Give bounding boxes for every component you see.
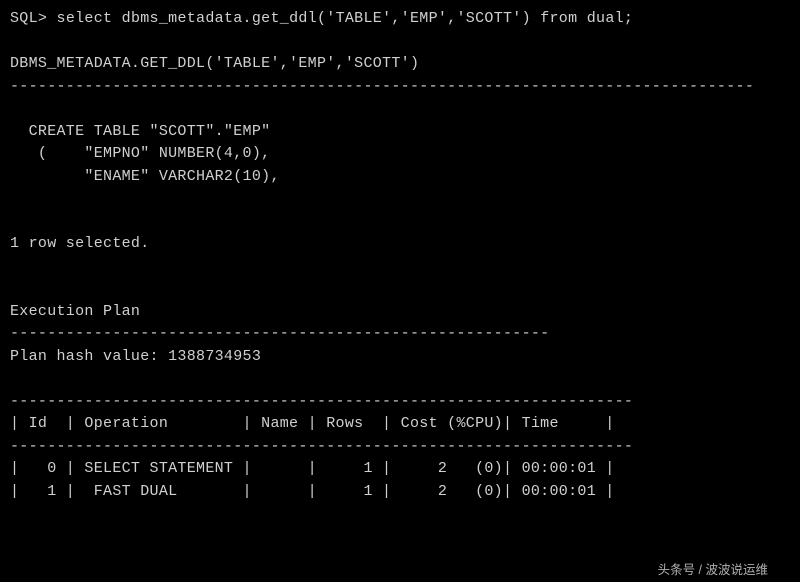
divider-line: ----------------------------------------… — [10, 76, 790, 99]
plan-table-header: | Id | Operation | Name | Rows | Cost (%… — [10, 413, 790, 436]
plan-hash-line: Plan hash value: 1388734953 — [10, 346, 790, 369]
blank-line — [10, 278, 790, 301]
blank-line — [10, 31, 790, 54]
blank-line — [10, 256, 790, 279]
ddl-output-line: CREATE TABLE "SCOTT"."EMP" — [10, 121, 790, 144]
sql-command-line: SQL> select dbms_metadata.get_ddl('TABLE… — [10, 8, 790, 31]
result-column-header: DBMS_METADATA.GET_DDL('TABLE','EMP','SCO… — [10, 53, 790, 76]
divider-line: ----------------------------------------… — [10, 323, 790, 346]
row-count-line: 1 row selected. — [10, 233, 790, 256]
blank-line — [10, 188, 790, 211]
plan-table-row: | 0 | SELECT STATEMENT | | 1 | 2 (0)| 00… — [10, 458, 790, 481]
plan-table-row: | 1 | FAST DUAL | | 1 | 2 (0)| 00:00:01 … — [10, 481, 790, 504]
watermark-text: 头条号 / 波波说运维 — [658, 561, 768, 580]
blank-line — [10, 368, 790, 391]
execution-plan-header: Execution Plan — [10, 301, 790, 324]
ddl-output-line: "ENAME" VARCHAR2(10), — [10, 166, 790, 189]
blank-line — [10, 98, 790, 121]
sql-prompt: SQL> — [10, 10, 47, 27]
ddl-output-line: ( "EMPNO" NUMBER(4,0), — [10, 143, 790, 166]
plan-table-border: ----------------------------------------… — [10, 391, 790, 414]
blank-line — [10, 211, 790, 234]
sql-statement: select dbms_metadata.get_ddl('TABLE','EM… — [57, 10, 634, 27]
plan-table-border: ----------------------------------------… — [10, 436, 790, 459]
